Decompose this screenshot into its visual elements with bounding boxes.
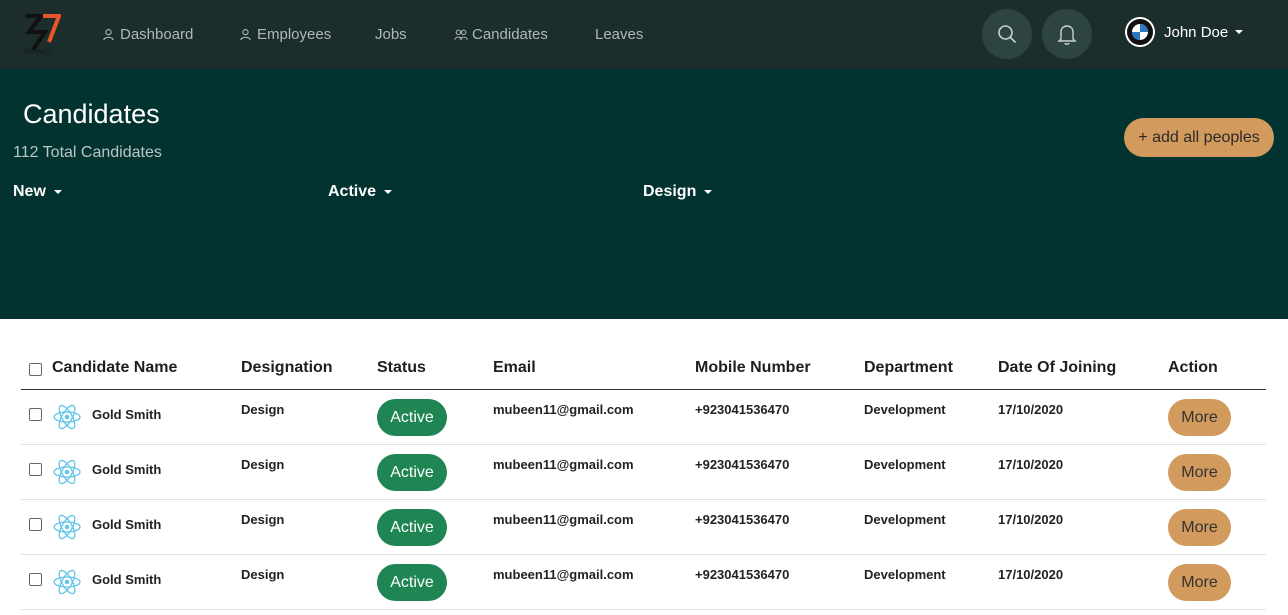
table-row[interactable]: Gold Smith Design Active mubeen11@gmail.… <box>21 445 1266 500</box>
search-icon <box>998 25 1017 44</box>
mobile-number: +923041536470 <box>695 402 790 417</box>
column-header[interactable]: Email <box>493 359 536 377</box>
table-header: Candidate Name Designation Status Email … <box>21 349 1266 390</box>
column-header[interactable]: Date Of Joining <box>998 359 1116 377</box>
notifications-button[interactable] <box>1042 9 1092 59</box>
mobile-number: +923041536470 <box>695 512 790 527</box>
filter-label: New <box>13 183 46 200</box>
filter-active[interactable]: Active <box>328 183 393 201</box>
candidate-name[interactable]: Gold Smith <box>92 462 161 477</box>
nav-label: Candidates <box>472 26 548 43</box>
user-name: John Doe <box>1164 23 1229 41</box>
email[interactable]: mubeen11@gmail.com <box>493 402 634 417</box>
more-button[interactable]: More <box>1168 399 1231 436</box>
column-header[interactable]: Department <box>864 359 953 377</box>
react-logo-icon <box>53 404 81 430</box>
react-logo-icon <box>53 514 81 540</box>
department: Development <box>864 512 946 527</box>
react-logo-icon <box>53 569 81 595</box>
table-row[interactable]: Gold Smith Design Active mubeen11@gmail.… <box>21 500 1266 555</box>
mobile-number: +923041536470 <box>695 567 790 582</box>
district-logo[interactable]: DISTRICT <box>21 12 62 56</box>
designation: Design <box>241 402 285 417</box>
status-badge: Active <box>377 454 447 491</box>
add-all-peoples-button[interactable]: + add all peoples <box>1124 118 1274 157</box>
date-of-joining: 17/10/2020 <box>998 512 1064 527</box>
status-badge: Active <box>377 564 447 601</box>
nav-label: Dashboard <box>120 26 194 43</box>
email[interactable]: mubeen11@gmail.com <box>493 567 634 582</box>
status-badge: Active <box>377 509 447 546</box>
select-all-checkbox[interactable] <box>29 363 42 376</box>
nav-dashboard[interactable]: Dashboard <box>102 0 193 69</box>
chevron-down-icon <box>704 190 713 194</box>
nav-employees[interactable]: Employees <box>239 0 331 69</box>
chevron-down-icon <box>1235 30 1244 34</box>
filter-new[interactable]: New <box>13 183 62 201</box>
date-of-joining: 17/10/2020 <box>998 402 1064 417</box>
filter-design[interactable]: Design <box>643 183 713 201</box>
user-menu[interactable]: John Doe <box>1125 16 1244 48</box>
more-button[interactable]: More <box>1168 509 1231 546</box>
candidate-name[interactable]: Gold Smith <box>92 572 161 587</box>
candidates-table: Candidate Name Designation Status Email … <box>21 349 1266 610</box>
designation: Design <box>241 512 285 527</box>
users-icon <box>454 28 468 42</box>
table-row[interactable]: Gold Smith Design Active mubeen11@gmail.… <box>21 390 1266 445</box>
table-body: Gold Smith Design Active mubeen11@gmail.… <box>21 390 1266 610</box>
react-logo-icon <box>53 459 81 485</box>
row-checkbox[interactable] <box>29 463 42 476</box>
page-title: Candidates <box>23 99 160 129</box>
filter-label: Design <box>643 183 697 200</box>
column-header[interactable]: Designation <box>241 359 333 377</box>
user-icon <box>239 28 253 42</box>
row-checkbox[interactable] <box>29 518 42 531</box>
top-navbar: DISTRICT Dashboard Employees Jobs Candid… <box>0 0 1288 69</box>
avatar <box>1125 17 1155 47</box>
column-header[interactable]: Mobile Number <box>695 359 811 377</box>
filter-label: Active <box>328 183 377 200</box>
chevron-down-icon <box>384 190 393 194</box>
email[interactable]: mubeen11@gmail.com <box>493 457 634 472</box>
svg-text:DISTRICT: DISTRICT <box>24 49 52 56</box>
row-checkbox[interactable] <box>29 573 42 586</box>
nav-label: Jobs <box>375 26 407 43</box>
column-header[interactable]: Candidate Name <box>52 359 177 377</box>
designation: Design <box>241 567 285 582</box>
department: Development <box>864 567 946 582</box>
department: Development <box>864 402 946 417</box>
more-button[interactable]: More <box>1168 564 1231 601</box>
total-count: 112 Total Candidates <box>13 144 162 161</box>
row-checkbox[interactable] <box>29 408 42 421</box>
bell-icon <box>1057 25 1077 45</box>
nav-leaves[interactable]: Leaves <box>595 0 643 69</box>
department: Development <box>864 457 946 472</box>
column-header[interactable]: Status <box>377 359 426 377</box>
nav-label: Leaves <box>595 26 644 43</box>
nav-label: Employees <box>257 26 332 43</box>
date-of-joining: 17/10/2020 <box>998 567 1064 582</box>
designation: Design <box>241 457 285 472</box>
search-button[interactable] <box>982 9 1032 59</box>
candidate-name[interactable]: Gold Smith <box>92 517 161 532</box>
candidate-name[interactable]: Gold Smith <box>92 407 161 422</box>
email[interactable]: mubeen11@gmail.com <box>493 512 634 527</box>
date-of-joining: 17/10/2020 <box>998 457 1064 472</box>
user-icon <box>102 28 116 42</box>
table-row[interactable]: Gold Smith Design Active mubeen11@gmail.… <box>21 555 1266 610</box>
chevron-down-icon <box>53 190 62 194</box>
nav-candidates[interactable]: Candidates <box>454 0 548 69</box>
mobile-number: +923041536470 <box>695 457 790 472</box>
more-button[interactable]: More <box>1168 454 1231 491</box>
status-badge: Active <box>377 399 447 436</box>
column-header: Action <box>1168 359 1218 376</box>
nav-jobs[interactable]: Jobs <box>375 0 407 69</box>
page-header: Candidates 112 Total Candidates + add al… <box>0 69 1288 319</box>
